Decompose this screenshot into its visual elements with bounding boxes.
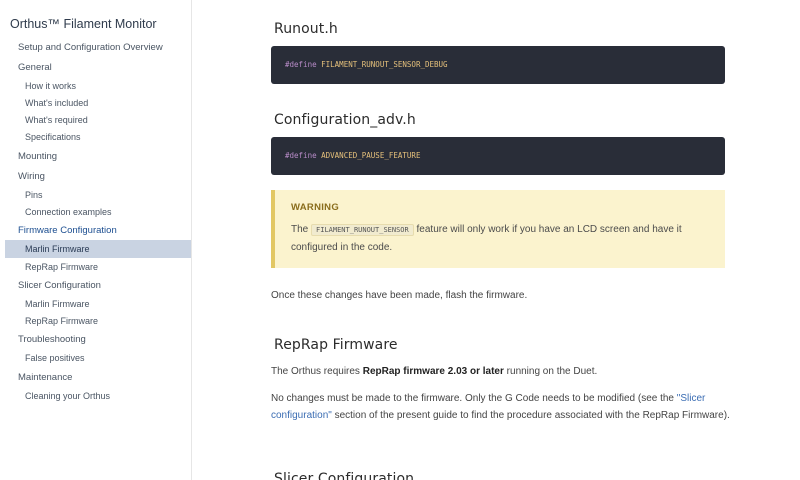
code-macro: ADVANCED_PAUSE_FEATURE [321,151,421,160]
nav-firmware-reprap[interactable]: RepRap Firmware [0,258,191,276]
nav-maintenance[interactable]: Maintenance [0,369,191,387]
site-title[interactable]: Orthus™ Filament Monitor [10,17,157,31]
nav-cleaning[interactable]: Cleaning your Orthus [0,387,191,405]
reprap-paragraph-2: No changes must be made to the firmware.… [271,390,731,424]
code-block-config-adv: #define ADVANCED_PAUSE_FEATURE [271,137,725,175]
nav-wiring[interactable]: Wiring [0,168,191,186]
warning-text: The FILAMENT_RUNOUT_SENSOR feature will … [291,221,709,256]
code-block-runout: #define FILAMENT_RUNOUT_SENSOR_DEBUG [271,46,725,84]
main-content: Runout.h #define FILAMENT_RUNOUT_SENSOR_… [192,0,800,480]
nav-how-it-works[interactable]: How it works [0,77,191,95]
heading-config-adv: Configuration_adv.h [274,112,416,128]
code-macro: FILAMENT_RUNOUT_SENSOR_DEBUG [321,60,448,69]
nav-mounting[interactable]: Mounting [0,148,191,166]
reprap-paragraph-1: The Orthus requires RepRap firmware 2.03… [271,363,731,380]
nav-connection-examples[interactable]: Connection examples [0,203,191,221]
nav-general[interactable]: General [0,59,191,77]
reprap-p1-after: running on the Duet. [506,366,598,377]
nav-troubleshooting[interactable]: Troubleshooting [0,331,191,349]
code-keyword: #define [285,60,317,69]
warning-title: WARNING [291,202,340,213]
nav-setup-overview[interactable]: Setup and Configuration Overview [0,39,191,57]
flash-note: Once these changes have been made, flash… [271,290,528,301]
reprap-version-requirement: RepRap firmware 2.03 or later [362,366,504,377]
nav-pins[interactable]: Pins [0,186,191,204]
reprap-p2-after: section of the present guide to find the… [334,410,730,421]
code-keyword: #define [285,151,317,160]
warning-text-before: The [291,224,309,235]
reprap-p2-before: No changes must be made to the firmware.… [271,393,674,404]
nav-whats-included[interactable]: What's included [0,94,191,112]
sidebar-nav: Orthus™ Filament Monitor Setup and Confi… [0,0,192,480]
warning-inline-code: FILAMENT_RUNOUT_SENSOR [311,224,414,236]
reprap-p1-before: The Orthus requires [271,366,360,377]
heading-reprap-firmware: RepRap Firmware [274,337,398,353]
heading-runout: Runout.h [274,21,338,37]
nav-slicer-marlin[interactable]: Marlin Firmware [0,295,191,313]
nav-slicer-configuration[interactable]: Slicer Configuration [0,277,191,295]
warning-box: WARNING The FILAMENT_RUNOUT_SENSOR featu… [271,190,725,268]
heading-slicer-configuration: Slicer Configuration [274,471,415,480]
nav-slicer-reprap[interactable]: RepRap Firmware [0,312,191,330]
nav-false-positives[interactable]: False positives [0,349,191,367]
nav-firmware-configuration[interactable]: Firmware Configuration [0,222,191,240]
nav-whats-required[interactable]: What's required [0,111,191,129]
nav-firmware-marlin[interactable]: Marlin Firmware [5,240,191,258]
nav-specifications[interactable]: Specifications [0,128,191,146]
